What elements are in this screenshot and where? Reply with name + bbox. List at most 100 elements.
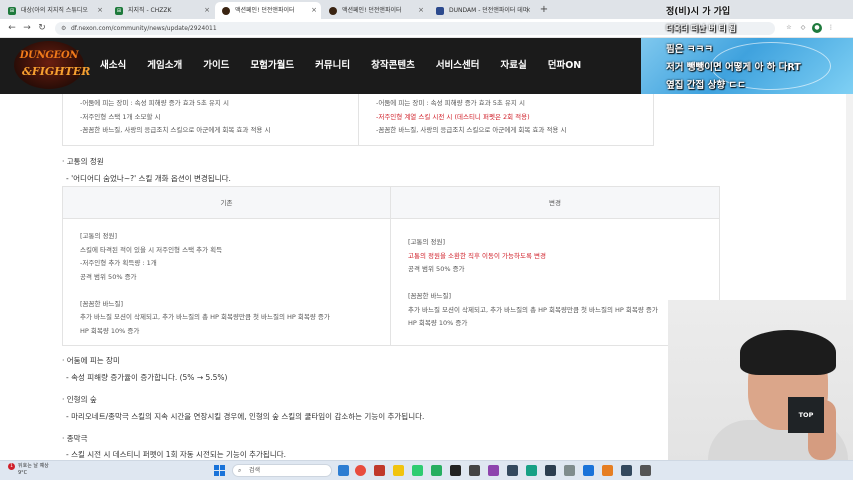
section-title: · 종막극 <box>62 434 88 443</box>
nav-item-dfon[interactable]: 던파ON <box>548 38 582 94</box>
extension-icon[interactable]: ◇ <box>798 23 808 33</box>
section-description: - '어디어디 숨었나~?' 스킬 개화 옵션이 변경됩니다. <box>66 174 231 183</box>
logo-text: DUNGEON <box>19 50 79 61</box>
section-description: - 스킬 시전 시 데스티니 퍼펫이 1회 자동 시전되는 기능이 추가됩니다. <box>66 450 287 459</box>
table-cell-line: HP 회복량 10% 증가 <box>80 326 140 335</box>
column-header-before: 기존 <box>220 199 233 207</box>
table-cell-spacer <box>80 284 330 298</box>
chat-overlay-line: 핌은 ㅋㅋㅋ <box>666 44 714 55</box>
tab-label: 액션페인! 던전앤파이터 <box>235 7 295 14</box>
scroll-top-button[interactable]: TOP <box>788 397 824 433</box>
table-cell-line: -어둠에 피는 장미 : 속성 피해량 증가 효과 5초 유지 시 <box>80 99 229 107</box>
close-tab-icon[interactable]: × <box>97 2 103 19</box>
app-icon[interactable] <box>564 465 575 476</box>
nav-item-creative[interactable]: 창작콘텐츠 <box>371 38 415 94</box>
chrome-icon[interactable] <box>355 465 366 476</box>
app-icon[interactable] <box>526 465 537 476</box>
site-info-icon[interactable]: ⚙ <box>61 22 66 35</box>
app-icon[interactable] <box>469 465 480 476</box>
close-tab-icon[interactable]: × <box>418 2 424 19</box>
bookmark-star-icon[interactable]: ☆ <box>784 23 794 33</box>
browser-tab[interactable]: ⊞ 대상(아의 지지직 스튜디오 × <box>1 2 107 19</box>
app-icon[interactable] <box>450 465 461 476</box>
app-icon[interactable] <box>412 465 423 476</box>
close-tab-icon[interactable]: × <box>311 2 317 19</box>
steam-icon[interactable] <box>621 465 632 476</box>
table-cell-line: -어둠에 피는 장미 : 속성 피해량 증가 효과 5초 유지 시 <box>376 99 525 107</box>
new-tab-button[interactable]: + <box>537 2 551 19</box>
taskview-icon[interactable] <box>338 465 349 476</box>
url-text: df.nexon.com/community/news/update/29240… <box>71 25 217 32</box>
profile-avatar-icon[interactable]: ● <box>812 23 822 33</box>
previous-comparison-table: -어둠에 피는 장미 : 속성 피해량 증가 효과 5초 유지 시 -저주인형 … <box>62 94 654 146</box>
app-icon[interactable] <box>431 465 442 476</box>
chat-overlay-line: 저거 뺑뺑이면 어떻게 아 하 다RT <box>666 62 801 73</box>
windows-start-icon[interactable] <box>214 465 225 476</box>
nav-item-resources[interactable]: 자료실 <box>501 38 527 94</box>
table-cell-line: 추가 바느질 모션이 삭제되고, 추가 바느질의 총 HP 회복량만큼 첫 바느… <box>80 313 330 321</box>
app-icon[interactable] <box>602 465 613 476</box>
browser-tab[interactable]: DUNDAM - 던전앤파이터 데미 × <box>429 2 535 19</box>
close-tab-icon[interactable]: × <box>525 2 531 19</box>
table-cell-line: [고통의 정원] <box>408 238 446 246</box>
nav-item-adventurer-world[interactable]: 모험가월드 <box>250 38 294 94</box>
nav-item-community[interactable]: 커뮤니티 <box>315 38 350 94</box>
table-cell-line: [꼼꼼한 바느질] <box>408 292 452 300</box>
table-cell-line-highlight: 고통의 정원을 소환한 직후 이동이 가능하도록 변경 <box>408 251 546 260</box>
browser-tab-active[interactable]: 액션페인! 던전앤파이터 × <box>215 2 321 19</box>
section-title: · 인형의 숲 <box>62 395 97 404</box>
app-icon[interactable] <box>507 465 518 476</box>
chzzk-favicon-icon: ⊞ <box>8 7 16 15</box>
weather-temp: 9°C <box>18 470 28 476</box>
table-cell-line: 추가 바느질 모션이 삭제되고, 추가 바느질의 총 HP 회복량만큼 첫 바느… <box>408 305 658 314</box>
nav-item-guide[interactable]: 가이드 <box>203 38 229 94</box>
table-cell-line: 스킬에 타격된 적이 있을 시 저주인형 스택 추가 획득 <box>80 245 223 254</box>
dundam-favicon-icon <box>436 7 444 15</box>
section-title: · 고통의 정원 <box>62 157 104 166</box>
reload-button[interactable]: ↻ <box>36 22 48 34</box>
taskbar-search-input[interactable]: ⌕ 검색 <box>232 464 332 477</box>
app-icon[interactable] <box>640 465 651 476</box>
main-navigation: 새소식 게임소개 가이드 모험가월드 커뮤니티 창작콘텐츠 서비스센터 자료실 … <box>100 38 602 94</box>
after-column: [고통의 정원] 고통의 정원을 소환한 직후 이동이 가능하도록 변경 공격 … <box>408 236 658 331</box>
dungeon-fighter-logo[interactable]: DUNGEON &FIGHTER <box>14 41 91 89</box>
column-divider <box>390 187 391 345</box>
section-title: · 어둠에 피는 장미 <box>62 356 120 365</box>
nav-item-game-intro[interactable]: 게임소개 <box>147 38 182 94</box>
forward-button[interactable]: → <box>21 22 33 34</box>
browser-tab[interactable]: ⊞ 지지직 - CHZZK × <box>108 2 214 19</box>
section-description: - 마리오네트/종막극 스킬의 지속 시간을 연장시킬 경우에, 인형의 숲 스… <box>66 412 425 421</box>
weather-widget[interactable]: 1 뒤호는 날 예상 9°C <box>8 463 49 477</box>
tab-label: 액션페인! 던전앤파이터 <box>342 7 402 14</box>
previous-after-column: -어둠에 피는 장미 : 속성 피해량 증가 효과 5초 유지 시 -저주인형 … <box>376 97 666 138</box>
browser-tab[interactable]: 액션페인! 던전앤파이터 × <box>322 2 428 19</box>
app-icon[interactable] <box>583 465 594 476</box>
app-icon[interactable] <box>488 465 499 476</box>
close-tab-icon[interactable]: × <box>204 2 210 19</box>
table-cell-line: 공격 범위 50% 증가 <box>80 272 137 281</box>
screen: ⊞ 대상(아의 지지직 스튜디오 × ⊞ 지지직 - CHZZK × 액션페인!… <box>0 0 853 480</box>
before-column: [고통의 정원] 스킬에 타격된 적이 있을 시 저주인형 스택 추가 획득 -… <box>80 230 330 338</box>
table-header: 기존 변경 <box>63 187 719 219</box>
logo-text: &FIGHTER <box>22 65 91 78</box>
tab-label: DUNDAM - 던전앤파이터 데미 <box>449 7 529 14</box>
chat-overlay-line: 정(비)시 가 가입 <box>666 7 731 17</box>
tab-label: 지지직 - CHZZK <box>128 7 172 14</box>
previous-before-column: -어둠에 피는 장미 : 속성 피해량 증가 효과 5초 유지 시 -저주인형 … <box>80 97 370 138</box>
table-cell-line: HP 회복량 10% 증가 <box>408 319 468 327</box>
app-icon[interactable] <box>545 465 556 476</box>
nav-item-service-center[interactable]: 서비스센터 <box>436 38 480 94</box>
weather-text: 뒤호는 날 예상 <box>18 463 49 469</box>
change-comparison-table: 기존 변경 [고통의 정원] 스킬에 타격된 적이 있을 시 저주인형 스택 추… <box>62 186 720 346</box>
table-cell-line: -저주인형 스택 1개 소모할 시 <box>80 112 161 121</box>
webcam-person <box>740 330 836 375</box>
search-placeholder: 검색 <box>249 467 261 474</box>
file-explorer-icon[interactable] <box>393 465 404 476</box>
app-icon[interactable] <box>374 465 385 476</box>
back-button[interactable]: ← <box>6 22 18 34</box>
webcam-overlay <box>668 300 853 480</box>
table-cell-line: -꼼꼼한 바느질, 사랑의 응급조치 스킬으로 아군에게 회복 효과 적용 시 <box>376 126 567 134</box>
menu-dots-icon[interactable]: ⋮ <box>826 23 836 33</box>
dnf-favicon-icon <box>222 7 230 15</box>
nav-item-news[interactable]: 새소식 <box>100 38 126 94</box>
